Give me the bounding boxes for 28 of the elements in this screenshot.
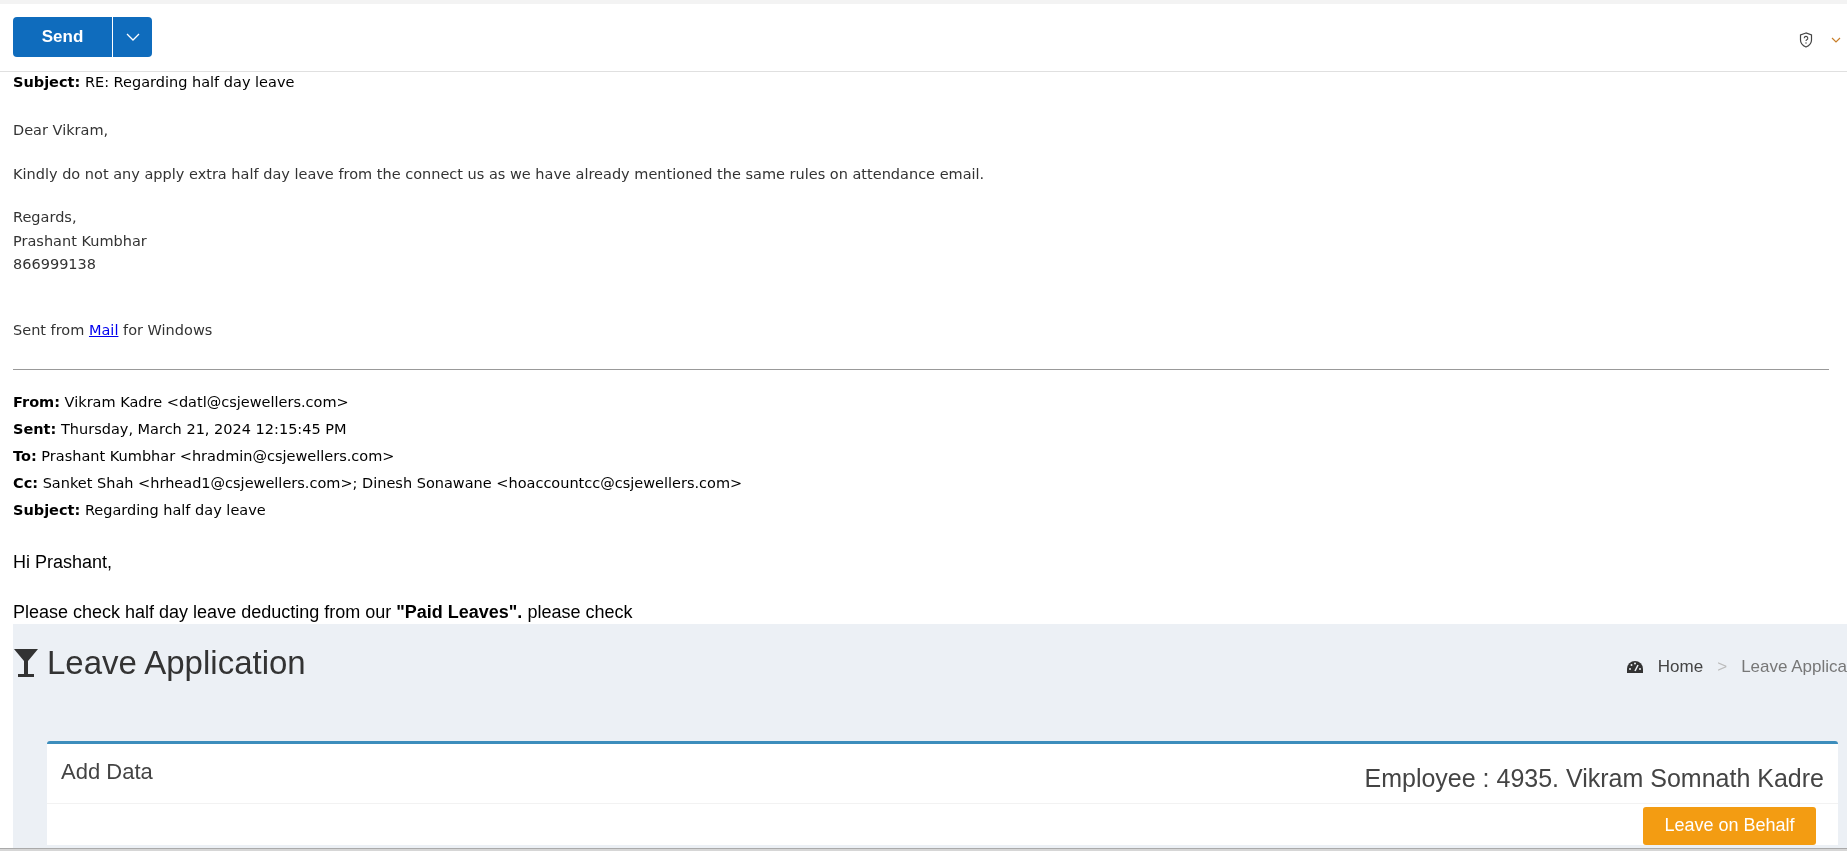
shield-question-icon[interactable] — [1799, 32, 1813, 48]
header-line: Sent: Thursday, March 21, 2024 12:15:45 PM — [13, 419, 348, 439]
breadcrumb-link[interactable]: Home — [1657, 656, 1704, 677]
breadcrumb-separator: > — [1717, 656, 1728, 677]
header-line: Cc: Sanket Shah <hrhead1@csjewellers.com>; Dinesh Sonawane <hoaccountcc@csjewellers.com> — [13, 473, 744, 493]
message-text: Kindly do not any apply extra half day leave from the connect us as we have already mentioned the same rules on attendance email. — [13, 165, 986, 184]
mail-link[interactable]: Mail — [88, 321, 119, 338]
glass-icon — [13, 647, 39, 678]
sent-from-text: Sent from Mail for Windows — [13, 320, 214, 340]
header-line: From: Vikram Kadre <datl@csjewellers.com> — [13, 392, 350, 412]
card-title: Add Data — [61, 759, 153, 785]
page-title: Leave Application — [47, 642, 306, 683]
send-options-button[interactable] — [113, 17, 152, 57]
send-button[interactable]: Send — [13, 17, 113, 57]
signature-line: 866999138 — [13, 255, 98, 274]
signature-line: Prashant Kumbhar — [13, 231, 148, 251]
chevron-down-icon[interactable] — [1831, 37, 1841, 43]
employee-label: Employee : 4935. Vikram Somnath Kadre — [1364, 763, 1824, 793]
greeting-text: Hi Prashant, — [13, 550, 114, 574]
message-text: Please check half day leave deducting from our "Paid Leaves". please check — [13, 600, 634, 624]
greeting-text: Dear Vikram, — [13, 121, 110, 140]
header-line: Subject: Regarding half day leave — [13, 500, 267, 520]
subject-line: Subject: RE: Regarding half day leave — [13, 73, 296, 92]
header-line: To: Prashant Kumbhar <hradmin@csjewellers.com> — [13, 446, 396, 466]
signature-line: Regards, — [13, 208, 78, 227]
gauge-icon — [1625, 659, 1644, 674]
chevron-down-icon — [125, 33, 140, 41]
breadcrumb-current: Leave Applica — [1741, 656, 1847, 677]
